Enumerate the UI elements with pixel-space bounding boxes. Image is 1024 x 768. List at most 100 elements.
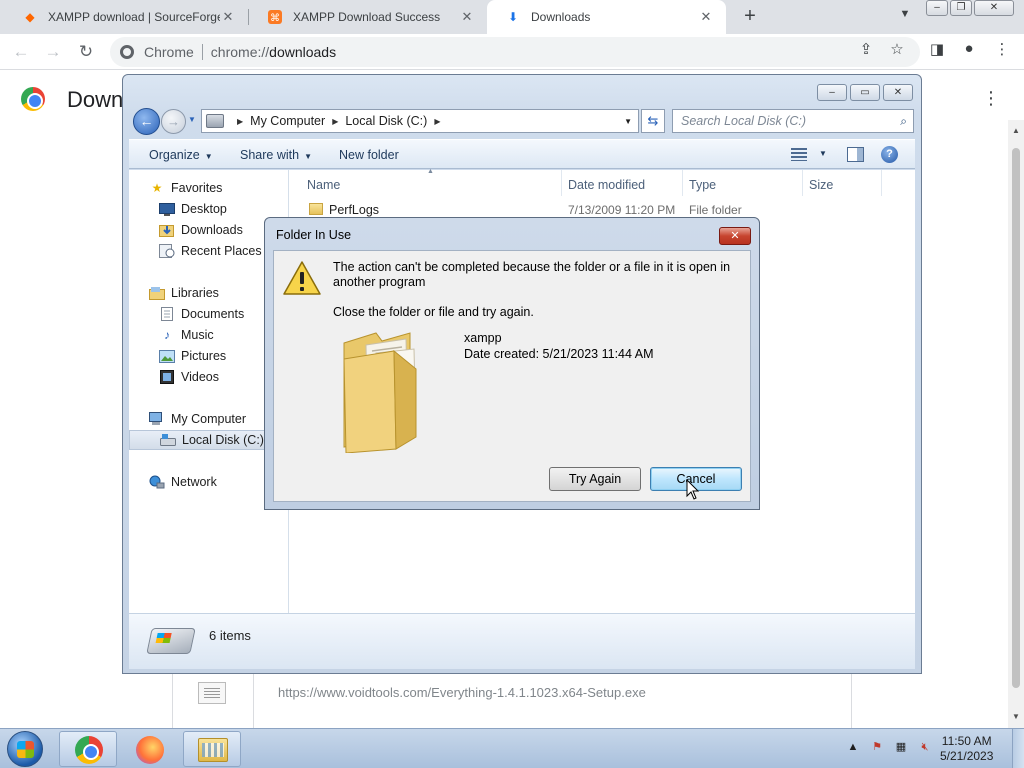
command-bar: Organize ▼ Share with ▼ New folder ▼ ? — [129, 139, 915, 169]
column-type[interactable]: Type — [689, 178, 716, 192]
dialog-title: Folder In Use — [276, 228, 352, 242]
column-divider[interactable] — [561, 170, 562, 196]
back-button[interactable]: ← — [133, 108, 160, 135]
column-divider[interactable] — [881, 170, 882, 196]
refresh-button[interactable]: ⇆ — [641, 109, 665, 133]
chevron-right-icon[interactable]: ▶ — [237, 117, 243, 126]
chrome-logo-icon — [21, 87, 45, 111]
preview-pane-icon[interactable] — [847, 147, 864, 162]
details-view-icon[interactable] — [791, 148, 807, 161]
breadcrumb-local-disk[interactable]: Local Disk (C:) — [345, 114, 427, 128]
column-date-modified[interactable]: Date modified — [568, 178, 645, 192]
organize-label: Organize — [149, 148, 200, 162]
more-options-icon[interactable]: ⋮ — [982, 88, 1000, 109]
column-name[interactable]: Name — [307, 178, 340, 192]
nav-label: Libraries — [171, 286, 219, 300]
nav-label: Recent Places — [181, 244, 262, 258]
share-icon[interactable]: ⇪ — [856, 40, 876, 58]
profile-avatar-icon[interactable]: ● — [959, 40, 979, 57]
nav-label: My Computer — [171, 412, 247, 426]
chrome-icon — [75, 736, 103, 764]
taskbar-chrome[interactable] — [59, 731, 117, 767]
column-size[interactable]: Size — [809, 178, 833, 192]
new-tab-button[interactable]: + — [738, 4, 762, 28]
side-panel-icon[interactable]: ◨ — [927, 40, 947, 58]
nav-label: Pictures — [181, 349, 227, 363]
restore-button[interactable]: ❐ — [950, 0, 972, 16]
taskbar-explorer[interactable] — [183, 731, 241, 767]
file-date: 7/13/2009 11:20 PM — [568, 203, 676, 217]
bookmark-star-icon[interactable]: ☆ — [887, 40, 907, 58]
network-icon[interactable]: ▦ — [893, 739, 909, 755]
tab-downloads[interactable]: ⬇ Downloads ✕ — [487, 0, 726, 34]
forward-button[interactable]: → — [161, 109, 186, 134]
close-button[interactable]: ✕ — [883, 84, 913, 101]
chevron-down-icon[interactable]: ▼ — [896, 8, 914, 26]
chrome-icon — [120, 45, 134, 59]
download-url[interactable]: https://www.voidtools.com/Everything-1.4… — [278, 685, 646, 700]
minimize-button[interactable]: – — [817, 84, 847, 101]
download-icon: ⬇ — [507, 10, 519, 24]
forward-arrow-icon[interactable]: → — [42, 41, 64, 63]
tab-xampp-success[interactable]: ⌘ XAMPP Download Success ✕ — [249, 0, 487, 34]
show-desktop-button[interactable] — [1012, 729, 1024, 768]
libraries-icon — [149, 286, 165, 300]
chevron-right-icon[interactable]: ▶ — [434, 117, 440, 126]
search-icon[interactable]: ⌕ — [900, 114, 907, 129]
url-scheme: chrome:// — [210, 44, 270, 60]
tab-strip: ◆ XAMPP download | SourceForge ✕ ⌘ XAMPP… — [0, 0, 1024, 34]
nav-desktop[interactable]: Desktop — [129, 199, 289, 219]
try-again-button[interactable]: Try Again — [549, 467, 641, 491]
dialog-close-button[interactable]: ✕ — [719, 227, 751, 245]
menu-kebab-icon[interactable]: ⋮ — [992, 40, 1012, 58]
recent-pages-chevron-icon[interactable]: ▼ — [188, 115, 196, 124]
nav-favorites[interactable]: ★ Favorites — [129, 178, 289, 198]
page-scrollbar[interactable]: ▲ ▼ — [1008, 120, 1024, 728]
dialog-message: The action can't be completed because th… — [333, 260, 731, 289]
volume-muted-icon[interactable]: 🔇︎ — [917, 739, 933, 755]
scrollbar-thumb[interactable] — [1012, 148, 1020, 688]
maximize-button[interactable]: ▭ — [850, 84, 880, 101]
share-with-button[interactable]: Share with ▼ — [240, 148, 312, 162]
close-icon[interactable]: ✕ — [220, 9, 236, 25]
close-icon[interactable]: ✕ — [459, 9, 475, 25]
system-tray: ▲ ⚑ ▦ 🔇︎ — [845, 739, 933, 755]
warning-icon — [283, 261, 321, 295]
chevron-right-icon[interactable]: ▶ — [332, 117, 338, 126]
close-icon[interactable]: ✕ — [698, 9, 714, 25]
taskbar: ▲ ⚑ ▦ 🔇︎ 11:50 AM 5/21/2023 — [0, 728, 1024, 768]
breadcrumb-my-computer[interactable]: My Computer — [250, 114, 325, 128]
chevron-down-icon[interactable]: ▼ — [819, 149, 827, 158]
chevron-down-icon[interactable]: ▼ — [624, 117, 632, 126]
clock[interactable]: 11:50 AM 5/21/2023 — [940, 734, 993, 764]
item-count: 6 items — [209, 628, 251, 643]
column-divider[interactable] — [682, 170, 683, 196]
folder-name: xampp — [464, 331, 502, 345]
sourceforge-icon: ◆ — [25, 10, 35, 24]
show-hidden-icons-icon[interactable]: ▲ — [845, 739, 861, 755]
organize-button[interactable]: Organize ▼ — [149, 148, 213, 162]
desktop-icon — [159, 202, 175, 216]
taskbar-firefox[interactable] — [121, 731, 179, 767]
scroll-up-icon[interactable]: ▲ — [1012, 126, 1020, 135]
start-button[interactable] — [7, 731, 43, 767]
back-arrow-icon[interactable]: ← — [10, 41, 32, 63]
tab-xampp-sourceforge[interactable]: ◆ XAMPP download | SourceForge ✕ — [4, 0, 248, 34]
address-bar[interactable]: Chrome chrome://downloads — [110, 37, 920, 67]
nav-label: Downloads — [181, 223, 243, 237]
nav-label: Network — [171, 475, 217, 489]
nav-label: Favorites — [171, 181, 223, 195]
sort-ascending-icon: ▲ — [427, 168, 434, 175]
new-folder-button[interactable]: New folder — [339, 148, 399, 162]
close-window-button[interactable]: ✕ — [974, 0, 1014, 16]
action-center-icon[interactable]: ⚑ — [869, 739, 885, 755]
help-icon[interactable]: ? — [881, 146, 898, 163]
minimize-button[interactable]: – — [926, 0, 948, 16]
search-input[interactable]: Search Local Disk (C:) ⌕ — [672, 109, 914, 133]
reload-icon[interactable]: ↻ — [75, 41, 97, 63]
explorer-address-bar[interactable]: ▶ My Computer ▶ Local Disk (C:) ▶ ▼ — [201, 109, 639, 133]
scroll-down-icon[interactable]: ▼ — [1012, 712, 1020, 721]
column-divider[interactable] — [802, 170, 803, 196]
new-folder-label: New folder — [339, 148, 399, 162]
download-item: https://www.voidtools.com/Everything-1.4… — [172, 668, 852, 730]
